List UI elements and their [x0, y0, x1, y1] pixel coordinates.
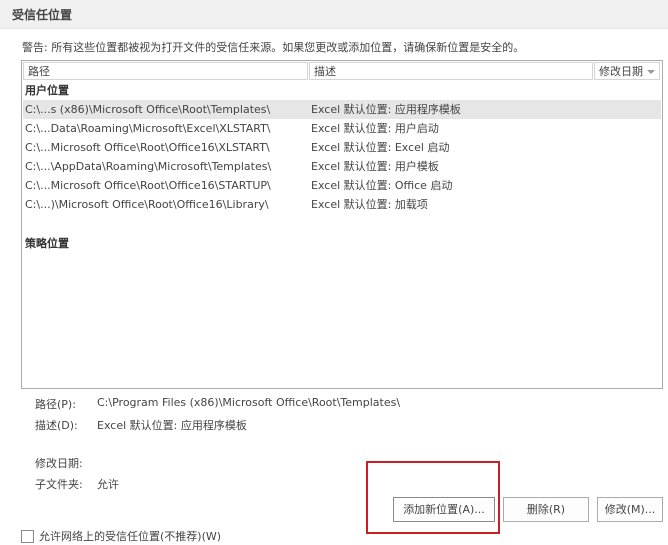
date-modified-label: 修改日期:	[35, 457, 83, 470]
row-description: Excel 默认位置: Office 启动	[311, 179, 453, 192]
row-path: C:\...s (x86)\Microsoft Office\Root\Temp…	[25, 103, 271, 116]
allow-network-locations-checkbox[interactable]	[21, 530, 34, 543]
trust-center-trusted-locations: 受信任位置 警告: 所有这些位置都被视为打开文件的受信任来源。如果您更改或添加位…	[0, 0, 668, 545]
column-header-date-modified[interactable]: 修改日期	[594, 62, 660, 80]
modify-button[interactable]: 修改(M)...	[597, 497, 663, 522]
trusted-locations-list[interactable]: 路径 描述 修改日期 用户位置 C:\...s (x86)\Microsoft …	[21, 60, 663, 389]
row-description: Excel 默认位置: 应用程序模板	[311, 103, 461, 116]
path-value: C:\Program Files (x86)\Microsoft Office\…	[97, 396, 401, 409]
column-header-date-label: 修改日期	[599, 65, 643, 78]
table-row[interactable]: C:\...)\Microsoft Office\Root\Office16\L…	[23, 195, 661, 214]
description-value: Excel 默认位置: 应用程序模板	[97, 419, 247, 432]
table-row[interactable]: C:\...\AppData\Roaming\Microsoft\Templat…	[23, 157, 661, 176]
column-header-description[interactable]: 描述	[309, 62, 593, 80]
subfolders-value: 允许	[97, 478, 119, 491]
table-row[interactable]: C:\...s (x86)\Microsoft Office\Root\Temp…	[23, 100, 661, 119]
sort-down-icon	[647, 70, 655, 74]
path-label: 路径(P):	[35, 398, 76, 411]
allow-network-locations-label[interactable]: 允许网络上的受信任位置(不推荐)(W)	[39, 528, 221, 544]
row-description: Excel 默认位置: 用户模板	[311, 160, 439, 173]
column-header-path[interactable]: 路径	[23, 62, 308, 80]
remove-button[interactable]: 删除(R)	[503, 497, 589, 522]
description-label: 描述(D):	[35, 419, 78, 432]
section-title: 受信任位置	[12, 8, 73, 22]
row-description: Excel 默认位置: 加载项	[311, 198, 428, 211]
row-path: C:\...Data\Roaming\Microsoft\Excel\XLSTA…	[25, 122, 271, 135]
row-path: C:\...)\Microsoft Office\Root\Office16\L…	[25, 198, 269, 211]
warning-text: 警告: 所有这些位置都被视为打开文件的受信任来源。如果您更改或添加位置，请确保新…	[22, 41, 525, 54]
group-label-policy-locations: 策略位置	[25, 237, 69, 250]
row-path: C:\...Microsoft Office\Root\Office16\XLS…	[25, 141, 270, 154]
row-description: Excel 默认位置: Excel 启动	[311, 141, 450, 154]
section-header: 受信任位置	[0, 0, 668, 29]
row-path: C:\...Microsoft Office\Root\Office16\STA…	[25, 179, 271, 192]
table-row[interactable]: C:\...Microsoft Office\Root\Office16\STA…	[23, 176, 661, 195]
add-new-location-button[interactable]: 添加新位置(A)...	[393, 497, 495, 522]
row-path: C:\...\AppData\Roaming\Microsoft\Templat…	[25, 160, 272, 173]
table-row[interactable]: C:\...Microsoft Office\Root\Office16\XLS…	[23, 138, 661, 157]
table-row[interactable]: C:\...Data\Roaming\Microsoft\Excel\XLSTA…	[23, 119, 661, 138]
group-label-user-locations: 用户位置	[25, 84, 69, 97]
subfolders-label: 子文件夹:	[35, 478, 83, 491]
row-description: Excel 默认位置: 用户启动	[311, 122, 439, 135]
